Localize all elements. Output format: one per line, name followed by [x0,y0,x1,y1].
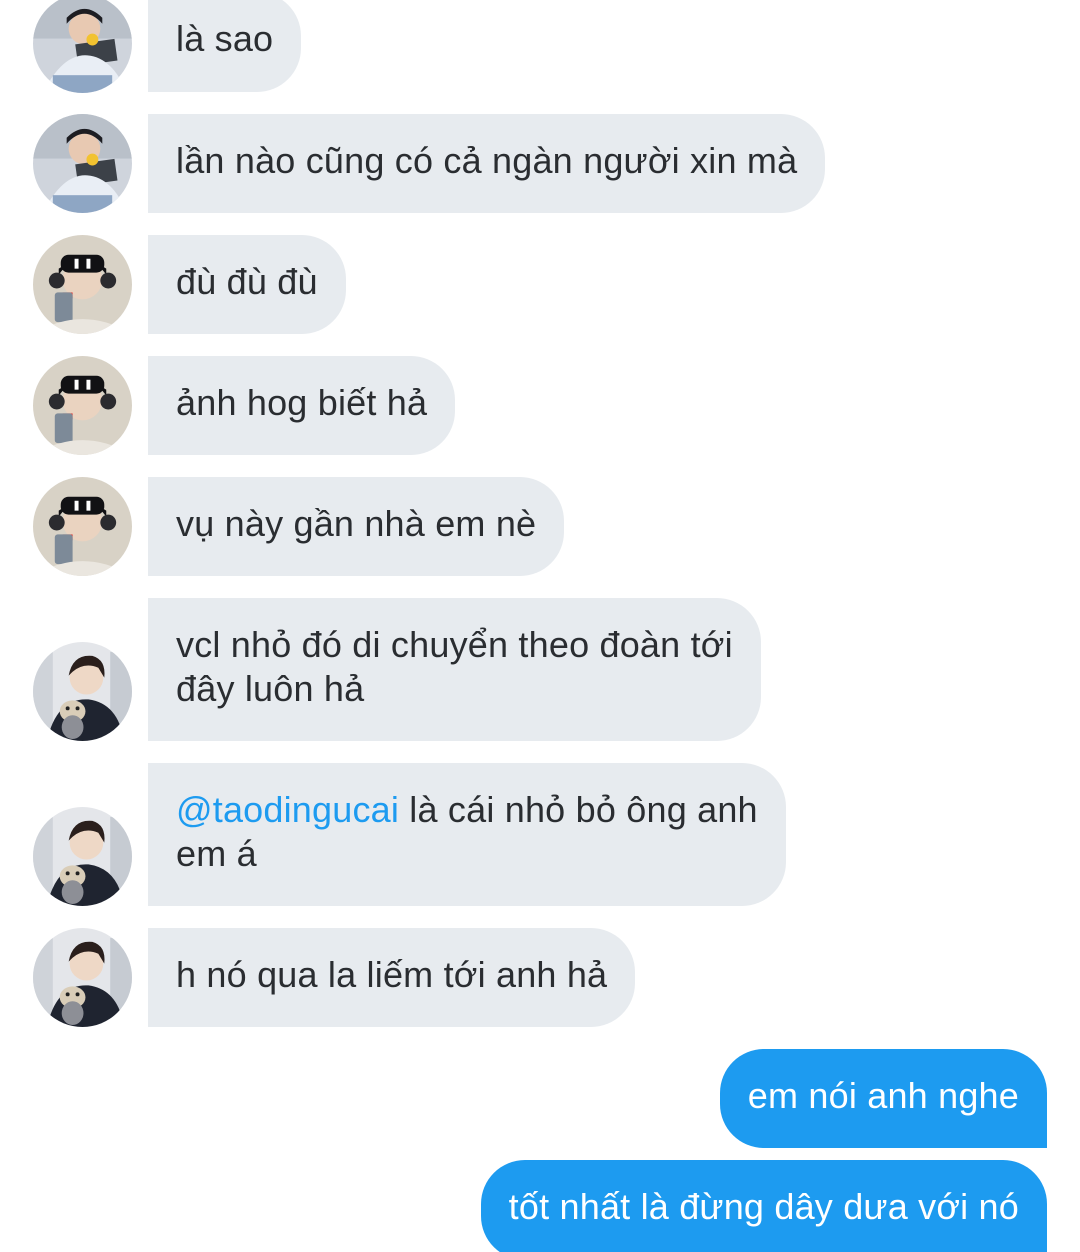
chat-thread[interactable]: là sao lần nào cũng có cả ngàn người xin… [0,0,1080,1252]
avatar-user-c[interactable] [33,928,132,1027]
avatar-photo-user-b [33,235,132,334]
message-bubble-incoming[interactable]: vcl nhỏ đó di chuyển theo đoàn tới đây l… [148,598,761,741]
message-text: h nó qua la liếm tới anh hả [176,954,608,995]
message-bubble-incoming[interactable]: vụ này gần nhà em nè [148,477,565,576]
avatar-photo-user-a [33,0,132,93]
avatar-photo-user-c [33,928,132,1027]
message-text: là sao [176,18,274,59]
message-text-line: em á [176,833,257,874]
message-text: lần nào cũng có cả ngàn người xin mà [176,140,798,181]
message-text-line: đây luôn hả [176,668,365,709]
avatar-user-b[interactable] [33,235,132,334]
message-bubble-outgoing[interactable]: tốt nhất là đừng dây dưa với nó [480,1160,1047,1252]
message-bubble-outgoing[interactable]: em nói anh nghe [719,1049,1047,1148]
avatar-photo-user-b [33,356,132,455]
message-bubble-incoming[interactable]: lần nào cũng có cả ngàn người xin mà [148,114,826,213]
avatar-user-b[interactable] [33,356,132,455]
message-bubble-incoming[interactable]: h nó qua la liếm tới anh hả [148,928,636,1027]
avatar-user-a[interactable] [33,114,132,213]
avatar-user-c[interactable] [33,807,132,906]
message-text: đù đù đù [176,261,318,302]
message-text-line: vcl nhỏ đó di chuyển theo đoàn tới [176,624,733,665]
message-bubble-incoming[interactable]: là sao [148,0,302,92]
message-text: tốt nhất là đừng dây dưa với nó [508,1186,1019,1227]
avatar-user-c[interactable] [33,642,132,741]
message-text: em nói anh nghe [747,1075,1019,1116]
avatar-photo-user-b [33,477,132,576]
message-text: vụ này gần nhà em nè [176,503,537,544]
message-bubble-incoming[interactable]: đù đù đù [148,235,346,334]
message-text-line: @taodingucai là cái nhỏ bỏ ông anh [176,788,758,832]
avatar-photo-user-c [33,642,132,741]
user-mention-link[interactable]: @taodingucai [176,789,399,830]
message-bubble-incoming[interactable]: @taodingucai là cái nhỏ bỏ ông anh em á [148,763,786,906]
avatar-photo-user-c [33,807,132,906]
avatar-user-a[interactable] [33,0,132,93]
avatar-photo-user-a [33,114,132,213]
message-text: là cái nhỏ bỏ ông anh [399,789,758,830]
message-text: ảnh hog biết hả [176,382,428,423]
avatar-user-b[interactable] [33,477,132,576]
message-bubble-incoming[interactable]: ảnh hog biết hả [148,356,456,455]
